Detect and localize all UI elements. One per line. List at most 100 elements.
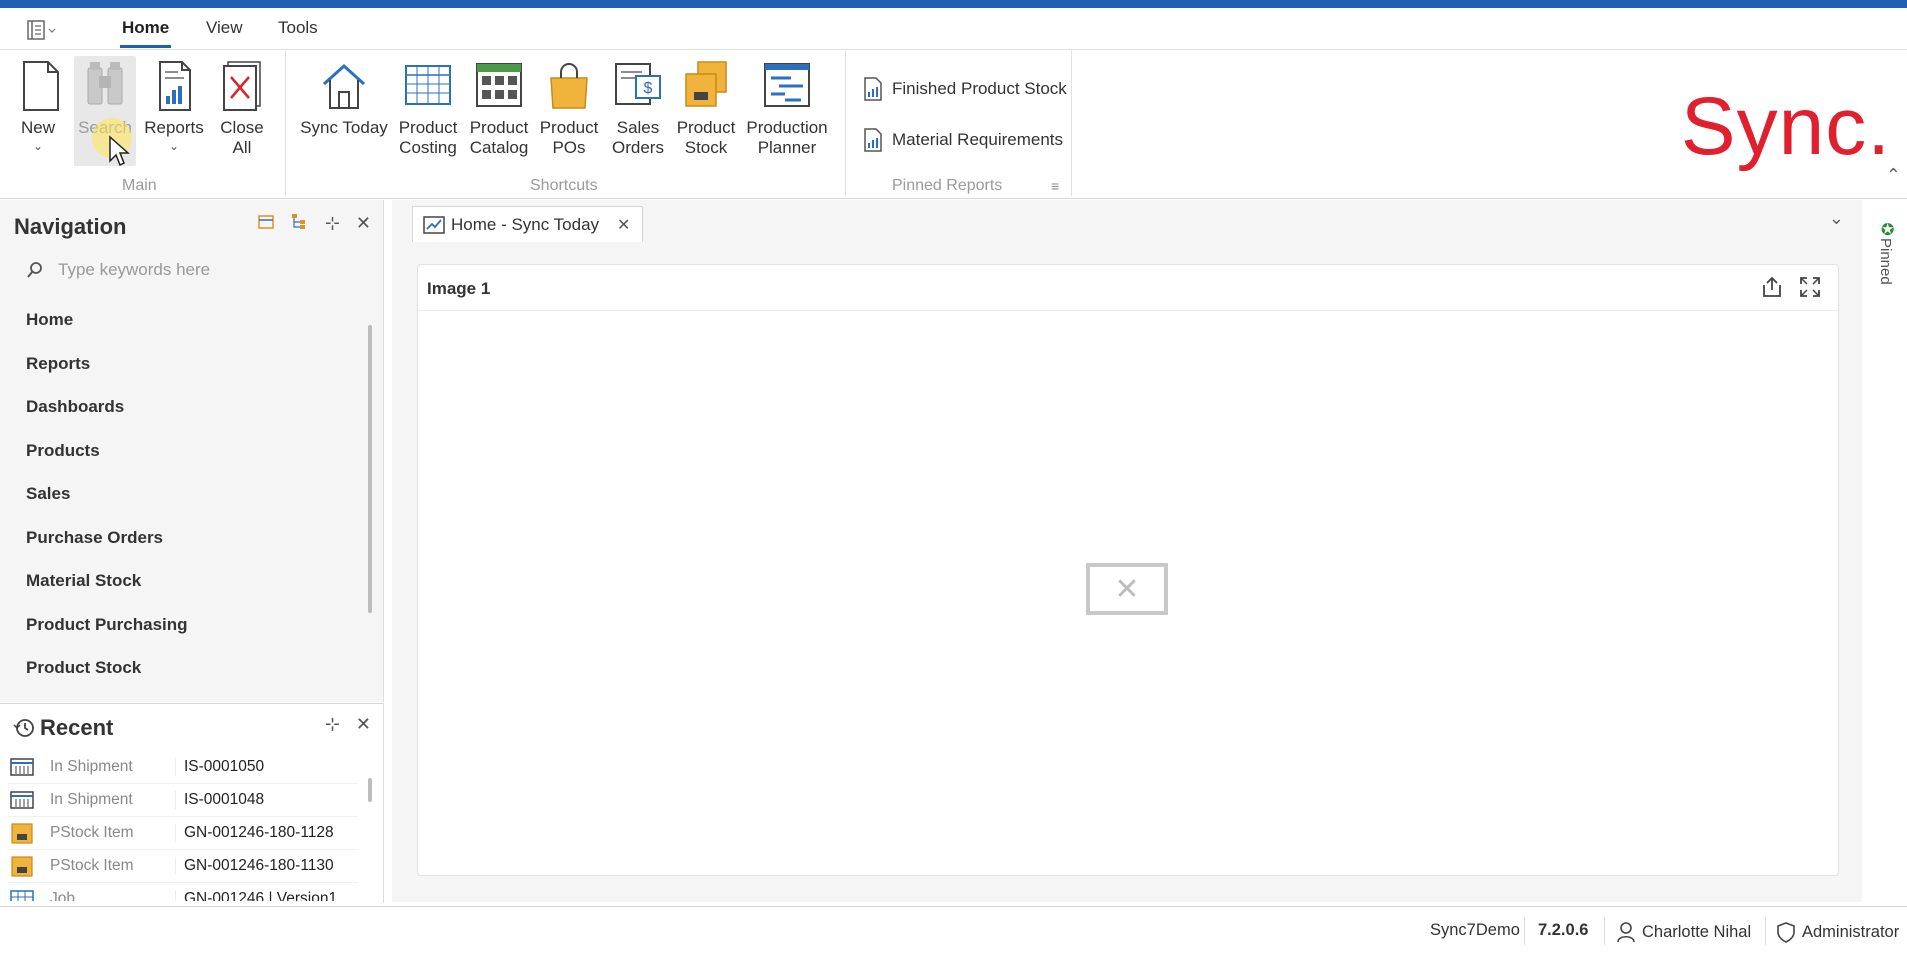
pin-icon[interactable]: ⊹ [325, 213, 340, 234]
reports-label: Reports [144, 118, 204, 137]
pinned-report-finished-product-stock[interactable]: Finished Product Stock [862, 76, 1067, 102]
navigation-scrollbar[interactable] [368, 325, 372, 613]
recent-list: In Shipment IS-0001050 In Shipment IS-00… [8, 751, 358, 901]
search-icon [27, 262, 42, 278]
list-item[interactable]: In Shipment IS-0001050 [8, 751, 358, 784]
new-label: New [20, 118, 55, 137]
list-item[interactable]: Job GN-001246 | Version1 [8, 883, 358, 901]
report-icon [864, 77, 882, 101]
document-area: Home - Sync Today ✕ ⌄ Image 1 ✕ [392, 200, 1862, 902]
shortcut-label-line2: POs [552, 138, 586, 157]
export-icon[interactable] [1760, 275, 1784, 299]
status-bar: Sync7Demo 7.2.0.6 Charlotte Nihal Admini… [0, 906, 1907, 954]
nav-item-product-stock[interactable]: Product Stock [26, 658, 188, 702]
catalog-icon [476, 63, 522, 107]
list-item[interactable]: PStock Item GN-001246-180-1128 [8, 817, 358, 850]
collapse-all-icon[interactable] [257, 212, 275, 235]
nav-item-products[interactable]: Products [26, 441, 188, 485]
tab-view[interactable]: View [206, 18, 243, 38]
planner-gantt-icon [764, 63, 810, 107]
nav-item-purchase-orders[interactable]: Purchase Orders [26, 528, 188, 572]
tree-view-icon[interactable] [291, 212, 309, 235]
status-separator [1765, 917, 1766, 945]
shortcut-product-stock[interactable]: Product Stock [674, 58, 738, 158]
close-all-label-line1: Close [220, 118, 264, 137]
recent-scrollbar[interactable] [368, 778, 372, 802]
shortcut-sales-orders[interactable]: $ Sales Orders [606, 58, 670, 158]
status-user[interactable]: Charlotte Nihal [1616, 921, 1751, 943]
card-tools [1760, 275, 1822, 299]
nav-item-product-purchasing[interactable]: Product Purchasing [26, 615, 188, 659]
nav-item-material-stock[interactable]: Material Stock [26, 571, 188, 615]
recent-title-label: Recent [40, 715, 114, 740]
recent-item-type: In Shipment [50, 758, 176, 776]
nav-item-sales[interactable]: Sales [26, 484, 188, 528]
collapse-ribbon-icon[interactable]: ⌃ [1886, 165, 1901, 186]
shortcut-label-line2: Orders [612, 138, 664, 157]
shield-icon [1777, 922, 1795, 943]
navigation-list: Home Reports Dashboards Products Sales P… [26, 310, 188, 702]
close-all-button[interactable]: Close All [214, 58, 270, 158]
navigation-search[interactable]: Type keywords here [26, 260, 210, 280]
home-icon [322, 63, 366, 109]
list-item[interactable]: PStock Item GN-001246-180-1130 [8, 850, 358, 883]
list-item[interactable]: In Shipment IS-0001048 [8, 784, 358, 817]
group-label-shortcuts: Shortcuts [530, 177, 598, 194]
recent-item-type: PStock Item [50, 857, 176, 875]
shortcut-product-costing[interactable]: Product Costing [396, 58, 460, 158]
close-icon[interactable]: ✕ [356, 714, 371, 735]
close-all-icon [223, 61, 261, 111]
tab-tools[interactable]: Tools [278, 18, 318, 38]
group-options-icon[interactable]: ≡ [1051, 178, 1059, 194]
history-clock-icon [13, 719, 34, 737]
stock-box-icon [11, 856, 33, 877]
shortcut-label-line2: Stock [684, 138, 728, 157]
group-label-pinned-reports: Pinned Reports [892, 177, 1003, 194]
card-title: Image 1 [427, 279, 491, 298]
trend-chart-icon [423, 215, 445, 234]
nav-item-home[interactable]: Home [26, 310, 188, 354]
job-grid-icon [10, 890, 34, 901]
shortcut-label-line1: Product [469, 118, 529, 137]
shortcut-sync-today[interactable]: Sync Today [300, 58, 388, 138]
nav-item-reports[interactable]: Reports [26, 354, 188, 398]
shortcut-label-line1: Product [398, 118, 458, 137]
group-separator [845, 50, 846, 196]
chevron-down-icon: ⌄ [32, 139, 44, 153]
report-icon [864, 128, 882, 152]
tab-home[interactable]: Home [119, 18, 172, 48]
document-tab[interactable]: Home - Sync Today ✕ [412, 206, 644, 242]
maximize-icon[interactable] [1798, 275, 1822, 299]
tabs-dropdown-icon[interactable]: ⌄ [1829, 208, 1844, 229]
nav-item-dashboards[interactable]: Dashboards [26, 397, 188, 441]
close-icon[interactable]: ✕ [356, 213, 371, 234]
status-database: Sync7Demo [1430, 921, 1520, 939]
status-user-name: Charlotte Nihal [1642, 922, 1752, 941]
shortcut-production-planner[interactable]: Production Planner [742, 58, 832, 158]
broken-image-icon: ✕ [1086, 563, 1168, 615]
shortcut-label-line2: Costing [399, 138, 457, 157]
reports-button[interactable]: Reports ⌄ [142, 58, 206, 152]
image-card: Image 1 ✕ [417, 264, 1839, 876]
close-tab-icon[interactable]: ✕ [617, 215, 630, 235]
group-separator [1071, 50, 1072, 196]
shortcut-product-pos[interactable]: Product POs [537, 58, 601, 158]
app-menu-icon[interactable] [26, 18, 62, 42]
new-button[interactable]: New ⌄ [14, 58, 62, 152]
group-separator [285, 50, 286, 196]
shortcut-product-catalog[interactable]: Product Catalog [467, 58, 531, 158]
search-input[interactable]: Type keywords here [58, 260, 210, 280]
recent-item-id: GN-001246 | Version1 [184, 890, 338, 901]
recent-item-type: PStock Item [50, 824, 176, 842]
status-role[interactable]: Administrator [1776, 921, 1899, 943]
status-separator [1524, 917, 1525, 945]
recent-item-type: Job [50, 890, 176, 901]
search-binoculars-icon [87, 62, 123, 105]
navigation-title: Navigation [14, 214, 127, 239]
pinned-report-material-requirements[interactable]: Material Requirements [862, 127, 1063, 153]
window-top-accent-bar [0, 0, 1907, 8]
shortcut-label-line2: Catalog [469, 138, 529, 157]
sync-logo: Sync. [1680, 81, 1891, 172]
pinned-side-panel[interactable]: ✪ Pinned [1865, 200, 1907, 902]
pin-icon[interactable]: ⊹ [325, 714, 340, 735]
